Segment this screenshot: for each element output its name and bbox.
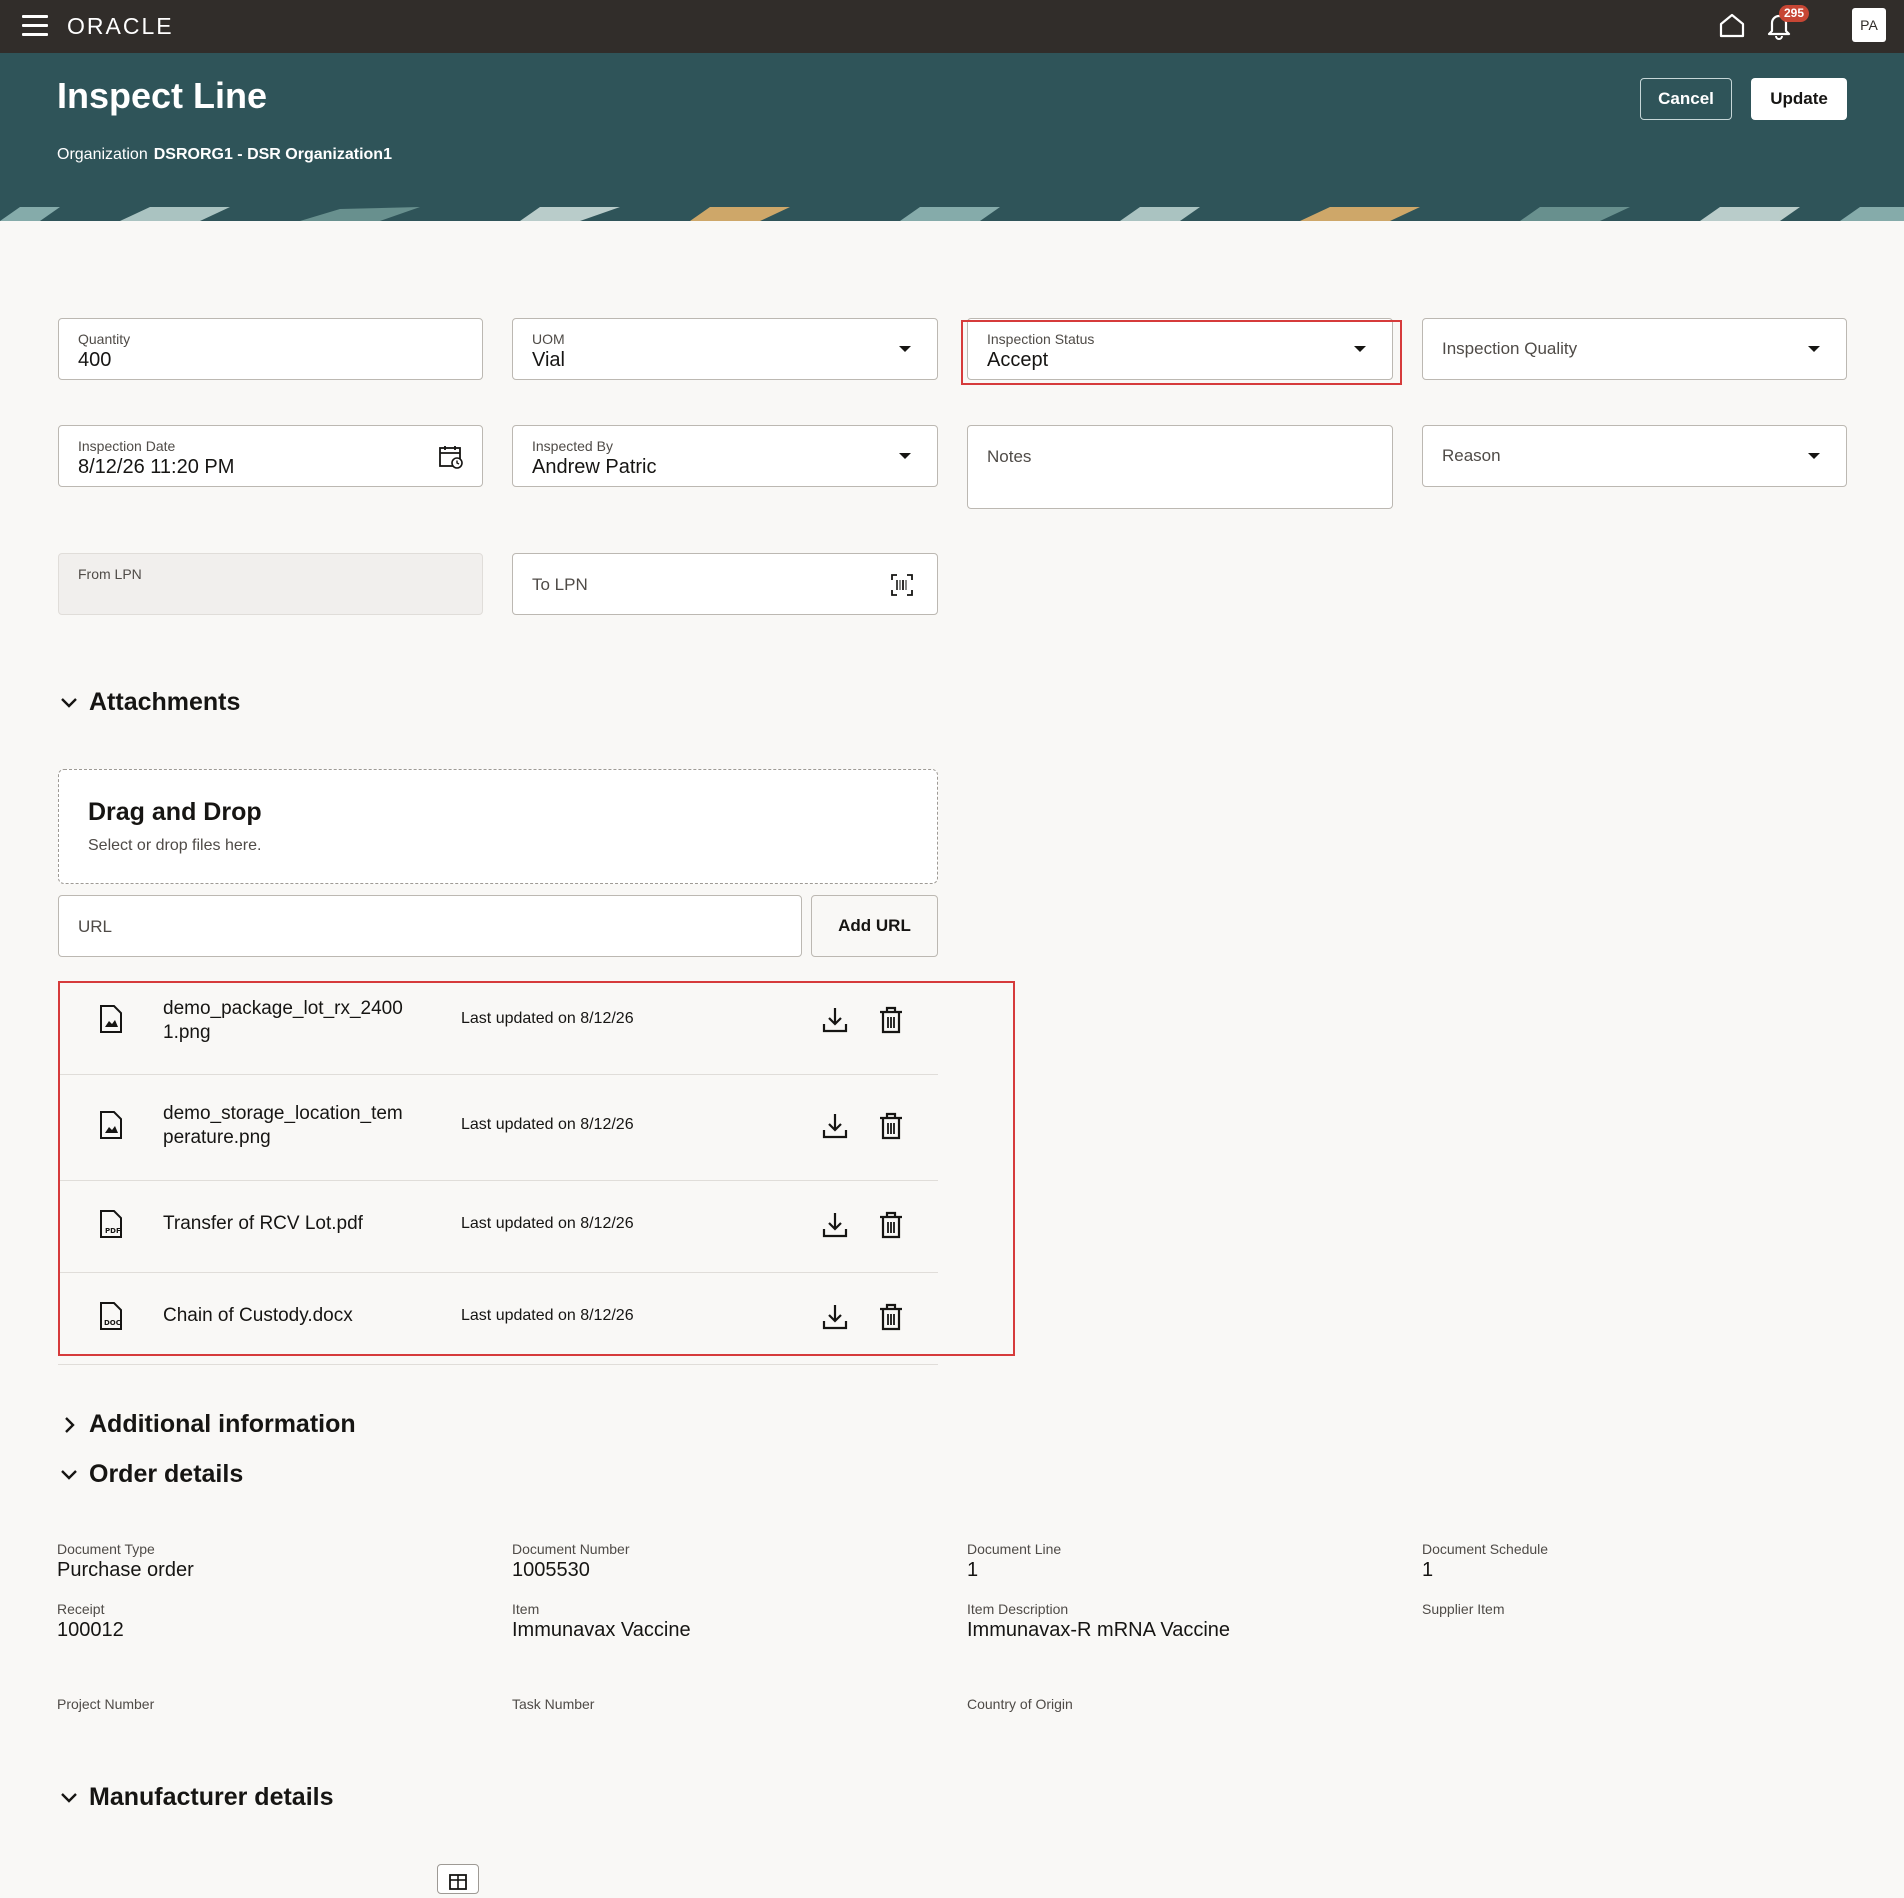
organization-value: DSRORG1 - DSR Organization1 — [153, 146, 392, 163]
file-drop-zone[interactable]: Drag and Drop Select or drop files here. — [58, 769, 938, 884]
inspection-quality-placeholder: Inspection Quality — [1442, 339, 1578, 358]
dropdown-caret-icon — [1808, 453, 1820, 459]
document-number-value: 1005530 — [512, 1559, 590, 1581]
task-number: Task Number — [512, 1696, 594, 1712]
item-label: Item — [512, 1601, 540, 1617]
notification-count-badge: 295 — [1779, 5, 1810, 22]
uom-label: UOM — [532, 331, 565, 347]
additional-information-title: Additional information — [89, 1410, 356, 1438]
order-details-section-toggle[interactable]: Order details — [57, 1460, 243, 1489]
project-number: Project Number — [57, 1696, 154, 1712]
global-header: ORACLE 295 PA — [0, 0, 1904, 53]
chevron-down-icon — [61, 1470, 77, 1481]
country-of-origin: Country of Origin — [967, 1696, 1073, 1712]
document-number-label: Document Number — [512, 1541, 630, 1557]
reason-placeholder: Reason — [1442, 446, 1501, 465]
manufacturer-details-title: Manufacturer details — [89, 1783, 334, 1811]
dropdown-caret-icon — [899, 453, 911, 459]
task-number-label: Task Number — [512, 1696, 595, 1712]
document-schedule-label: Document Schedule — [1422, 1541, 1549, 1557]
item-description-value: Immunavax-R mRNA Vaccine — [967, 1619, 1231, 1641]
document-schedule-value: 1 — [1422, 1559, 1434, 1581]
cancel-button[interactable]: Cancel — [1640, 78, 1732, 120]
barcode-scan-icon[interactable] — [891, 574, 913, 596]
organization-label: Organization — [57, 146, 148, 163]
inspection-date-field[interactable]: Inspection Date 8/12/26 11:20 PM — [58, 425, 483, 487]
project-number-label: Project Number — [57, 1696, 155, 1712]
receipt: Receipt 100012 — [57, 1601, 124, 1642]
document-type: Document Type Purchase order — [57, 1541, 194, 1582]
inspection-status-highlight — [961, 320, 1402, 385]
receipt-value: 100012 — [57, 1619, 124, 1641]
order-details-title: Order details — [89, 1460, 244, 1488]
from-lpn-label: From LPN — [78, 566, 142, 582]
calendar-icon[interactable] — [438, 444, 464, 470]
to-lpn-placeholder: To LPN — [532, 575, 588, 594]
organization-info: Organization DSRORG1 - DSR Organization1 — [57, 146, 392, 164]
dropdown-caret-icon — [1808, 346, 1820, 352]
menu-icon[interactable] — [22, 15, 48, 37]
attachments-list-highlight — [58, 981, 1015, 1356]
attachments-title: Attachments — [89, 688, 241, 716]
item-description-label: Item Description — [967, 1601, 1069, 1617]
quantity-field[interactable]: Quantity 400 — [58, 318, 483, 380]
update-button[interactable]: Update — [1751, 78, 1847, 120]
notes-textarea[interactable]: Notes — [967, 425, 1393, 509]
uom-select[interactable]: UOM Vial — [512, 318, 938, 380]
supplier-item-label: Supplier Item — [1422, 1601, 1505, 1617]
item: Item Immunavax Vaccine — [512, 1601, 691, 1642]
uom-value: Vial — [532, 349, 565, 371]
chevron-down-icon — [61, 698, 77, 709]
user-avatar[interactable]: PA — [1852, 8, 1886, 42]
country-of-origin-label: Country of Origin — [967, 1696, 1073, 1712]
document-line: Document Line 1 — [967, 1541, 1061, 1582]
document-type-label: Document Type — [57, 1541, 155, 1557]
chevron-right-icon — [65, 1417, 75, 1434]
document-line-label: Document Line — [967, 1541, 1062, 1557]
item-value: Immunavax Vaccine — [512, 1619, 691, 1641]
drop-zone-subtitle: Select or drop files here. — [88, 837, 262, 854]
document-number: Document Number 1005530 — [512, 1541, 630, 1582]
document-schedule: Document Schedule 1 — [1422, 1541, 1548, 1582]
oracle-logo: ORACLE — [67, 13, 174, 39]
inspection-date-value: 8/12/26 11:20 PM — [78, 456, 235, 478]
quantity-label: Quantity — [78, 331, 131, 347]
inspected-by-select[interactable]: Inspected By Andrew Patric — [512, 425, 938, 487]
table-icon — [449, 1874, 467, 1890]
quantity-value: 400 — [78, 349, 112, 371]
chevron-down-icon — [61, 1793, 77, 1804]
manufacturer-details-section-toggle[interactable]: Manufacturer details — [57, 1783, 334, 1812]
inspected-by-label: Inspected By — [532, 438, 613, 454]
inspection-quality-select[interactable]: Inspection Quality — [1422, 318, 1847, 380]
additional-information-section-toggle[interactable]: Additional information — [57, 1410, 356, 1439]
notes-placeholder: Notes — [987, 447, 1032, 466]
url-input[interactable]: URL — [58, 895, 802, 957]
page-title: Inspect Line — [57, 75, 268, 116]
item-description: Item Description Immunavax-R mRNA Vaccin… — [967, 1601, 1230, 1642]
page-header: Inspect Line Organization DSRORG1 - DSR O… — [0, 53, 1904, 207]
attachments-section-toggle[interactable]: Attachments — [57, 688, 240, 717]
inspection-date-label: Inspection Date — [78, 438, 176, 454]
from-lpn-field: From LPN — [58, 553, 483, 615]
reason-select[interactable]: Reason — [1422, 425, 1847, 487]
inspected-by-value: Andrew Patric — [532, 456, 657, 478]
dropdown-caret-icon — [899, 346, 911, 352]
home-icon[interactable] — [1717, 10, 1747, 40]
add-url-button[interactable]: Add URL — [811, 895, 938, 957]
header-decorative-pattern — [0, 207, 1904, 221]
to-lpn-field[interactable]: To LPN — [512, 553, 938, 615]
document-type-value: Purchase order — [57, 1559, 194, 1581]
receipt-label: Receipt — [57, 1601, 105, 1617]
document-line-value: 1 — [967, 1559, 979, 1581]
url-placeholder: URL — [78, 917, 113, 936]
supplier-item: Supplier Item — [1422, 1601, 1504, 1617]
drop-zone-title: Drag and Drop — [88, 798, 262, 826]
